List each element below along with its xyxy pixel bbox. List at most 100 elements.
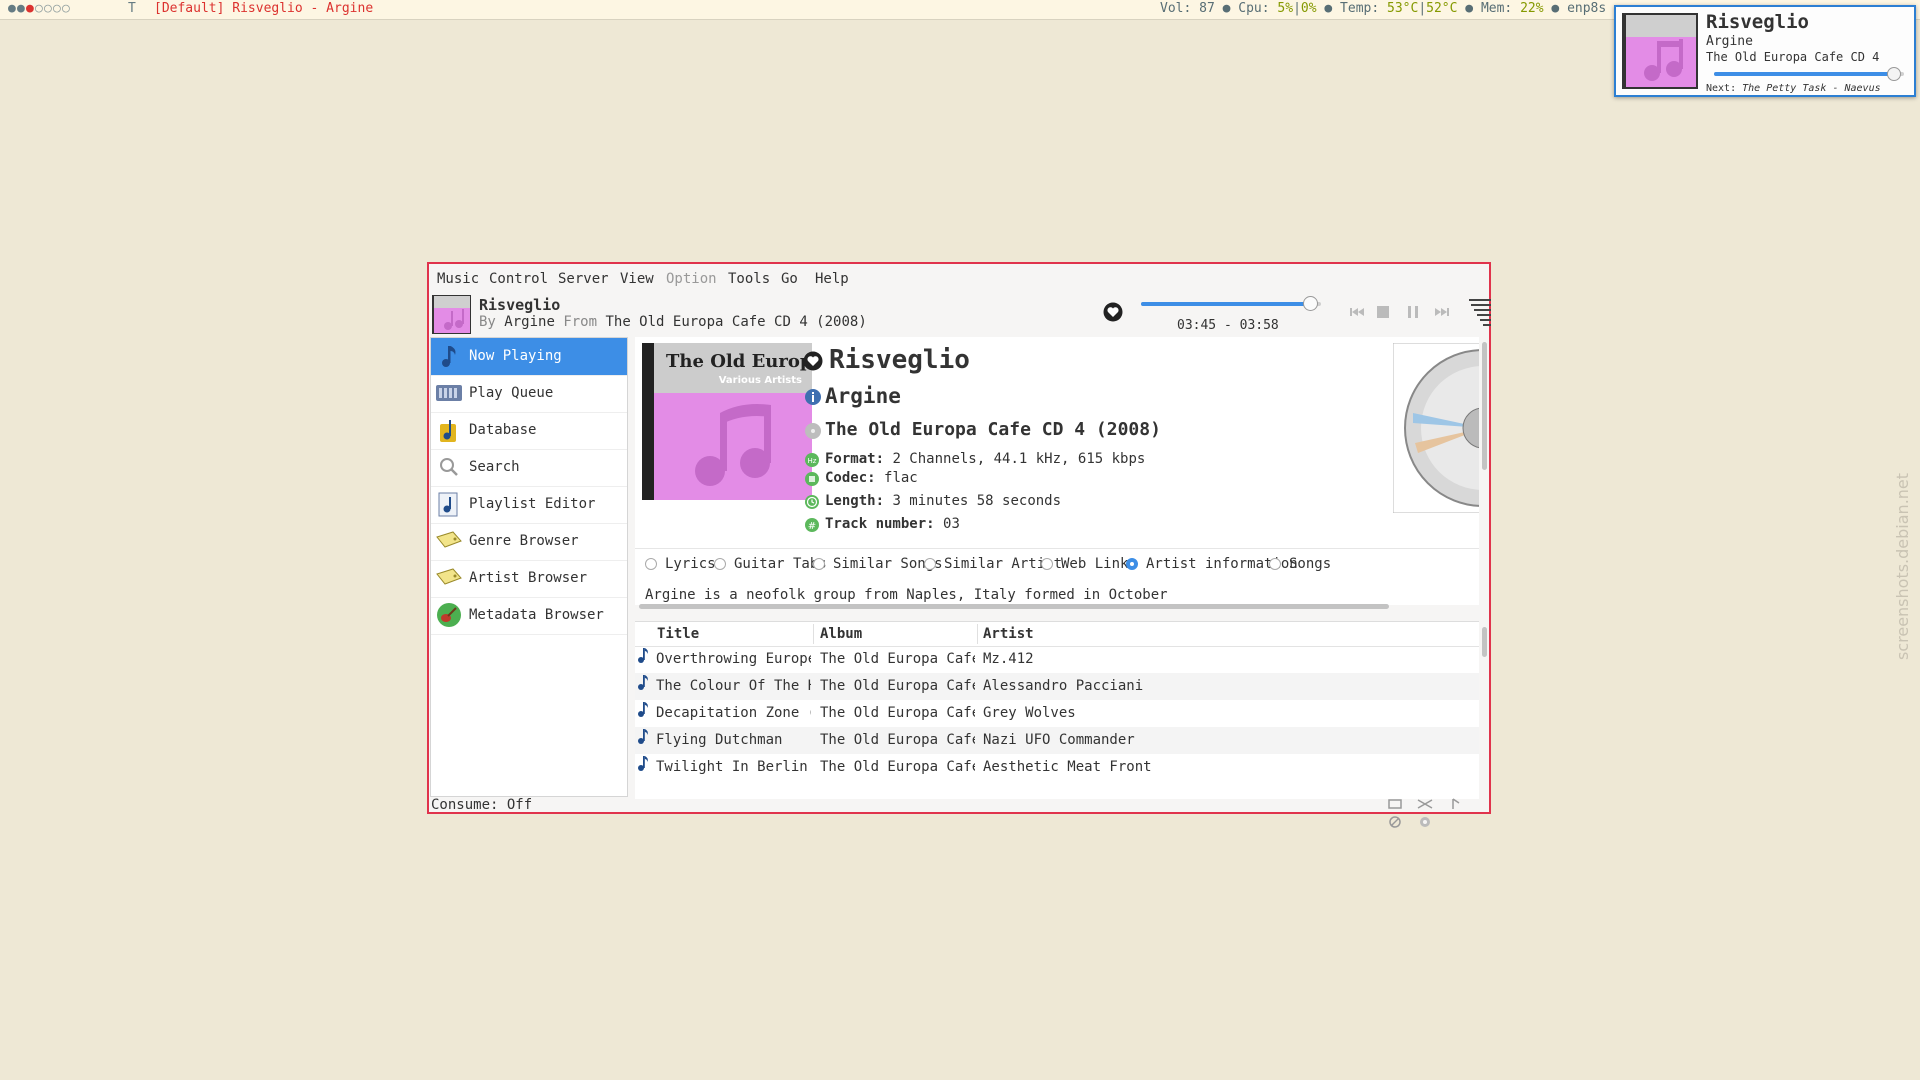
sidebar-item-playlist-editor[interactable]: Playlist Editor <box>431 486 627 524</box>
single-icon[interactable] <box>1445 797 1467 811</box>
menu-help[interactable]: Help <box>815 271 849 287</box>
radio-icon <box>714 558 726 570</box>
workspace-3[interactable]: ● <box>26 0 35 18</box>
repeat-icon[interactable] <box>1384 797 1406 811</box>
now-playing-thumbnail[interactable] <box>432 295 471 334</box>
sidebar-item-now-playing[interactable]: Now Playing <box>431 338 627 376</box>
radio-icon <box>924 558 936 570</box>
notification-next: Next: The Petty Task - Naevus <box>1706 83 1881 94</box>
format-row: Format: 2 Channels, 44.1 kHz, 615 kbps <box>825 451 1145 467</box>
column-title[interactable]: Title <box>657 626 699 642</box>
menu-view[interactable]: View <box>620 271 654 287</box>
database-icon <box>440 420 456 442</box>
shuffle-icon[interactable] <box>1414 797 1436 811</box>
track-progress-slider[interactable] <box>1141 296 1321 311</box>
track-list-scrollbar[interactable] <box>1482 627 1487 657</box>
heart-icon[interactable] <box>1103 302 1123 322</box>
column-artist[interactable]: Artist <box>983 626 1034 642</box>
net-interface: enp8s <box>1567 1 1607 16</box>
tab-songs[interactable]: Songs <box>1269 556 1331 572</box>
from-label: From <box>563 314 598 330</box>
workspace-1[interactable]: ● <box>8 0 17 18</box>
tab-guitar-tabs[interactable]: Guitar Tabs <box>714 556 827 572</box>
codec-icon <box>805 472 819 486</box>
menu-music[interactable]: Music <box>437 271 479 287</box>
table-row[interactable]: Decapitation Zone (Eur… The Old Europa C… <box>635 700 1479 727</box>
notification-album-art <box>1622 13 1698 89</box>
workspace-2[interactable]: ● <box>17 0 26 18</box>
menu-go[interactable]: Go <box>781 271 798 287</box>
sidebar-item-metadata-browser[interactable]: Metadata Browser <box>431 597 627 635</box>
length-row: Length: 3 minutes 58 seconds <box>825 493 1061 509</box>
table-row[interactable]: Twilight In Berlin The Old Europa Cafe C… <box>635 754 1479 781</box>
table-row[interactable]: Flying Dutchman The Old Europa Cafe CD… … <box>635 727 1479 754</box>
format-value: 2 Channels, 44.1 kHz, 615 kbps <box>892 451 1146 467</box>
codec-label: Codec: <box>825 470 876 486</box>
radio-icon <box>1041 558 1053 570</box>
workspace-4[interactable]: ○ <box>35 0 44 18</box>
track-list-header: Title Album Artist <box>635 622 1479 647</box>
radio-selected-icon <box>1126 558 1138 570</box>
details-vertical-scrollbar[interactable] <box>1482 342 1487 470</box>
menu-server[interactable]: Server <box>558 271 609 287</box>
heart-icon[interactable] <box>803 351 823 371</box>
tab-lyrics[interactable]: Lyrics <box>645 556 716 572</box>
workspace-7[interactable]: ○ <box>62 0 71 18</box>
track-progress-fill <box>1141 302 1311 306</box>
track-list: Title Album Artist Overthrowing European… <box>635 621 1479 799</box>
guitar-icon <box>437 603 461 627</box>
gear-icon[interactable] <box>1414 815 1436 829</box>
sidebar-item-label: Playlist Editor <box>469 496 596 512</box>
next-label: Next: <box>1706 83 1737 94</box>
details-horizontal-scrollbar[interactable] <box>639 604 1389 609</box>
track-progress-handle[interactable] <box>1303 296 1319 311</box>
music-note-icon <box>638 756 648 771</box>
sidebar-item-artist-browser[interactable]: Artist Browser <box>431 560 627 598</box>
next-icon[interactable] <box>1432 302 1452 322</box>
cover-title: The Old Europ <box>666 351 812 372</box>
tab-web-links[interactable]: Web Links <box>1041 556 1137 572</box>
sidebar-item-genre-browser[interactable]: Genre Browser <box>431 523 627 561</box>
mem-value: 22% <box>1520 1 1544 16</box>
info-tabs: Lyrics Guitar Tabs Similar Songs Similar… <box>635 548 1479 577</box>
now-playing-subtitle: By Argine From The Old Europa Cafe CD 4 … <box>479 314 867 330</box>
menu-bar: Music Control Server View Option Tools G… <box>429 264 1489 292</box>
menu-icon[interactable] <box>1469 297 1491 329</box>
now-playing-bar: Risveglio By Argine From The Old Europa … <box>429 292 1491 338</box>
temp-value-2: 52°C <box>1426 1 1458 16</box>
cover-subtitle: Various Artists <box>719 375 802 386</box>
sidebar-item-play-queue[interactable]: Play Queue <box>431 375 627 413</box>
workspace-6[interactable]: ○ <box>53 0 62 18</box>
svg-text:#: # <box>808 521 816 532</box>
playlist-icon <box>438 492 458 517</box>
notification-progress-knob <box>1886 67 1901 81</box>
length-value: 3 minutes 58 seconds <box>892 493 1062 509</box>
svg-text:Hz: Hz <box>808 457 817 465</box>
cantata-window: Music Control Server View Option Tools G… <box>427 262 1491 828</box>
workspace-indicators: ●●●○○○○ <box>8 0 71 18</box>
menu-tools[interactable]: Tools <box>728 271 770 287</box>
sidebar-item-label: Genre Browser <box>469 533 579 549</box>
sidebar-item-label: Metadata Browser <box>469 607 604 623</box>
table-row[interactable]: The Colour Of The Huma… The Old Europa C… <box>635 673 1479 700</box>
notification-artist: Argine <box>1706 34 1753 49</box>
focused-window-title: [Default] Risveglio - Argine <box>154 1 374 16</box>
vol-label: Vol: <box>1160 1 1192 16</box>
sidebar-item-database[interactable]: Database <box>431 412 627 450</box>
workspace-5[interactable]: ○ <box>44 0 53 18</box>
pause-icon[interactable] <box>1403 302 1423 322</box>
column-album[interactable]: Album <box>820 626 862 642</box>
next-track: The Petty Task - Naevus <box>1742 83 1881 94</box>
sidebar-item-search[interactable]: Search <box>431 449 627 487</box>
status-icons <box>1384 797 1489 833</box>
previous-icon[interactable] <box>1347 302 1367 322</box>
notification-album: The Old Europa Cafe CD 4 <box>1706 50 1880 64</box>
consume-status: Consume: Off <box>431 797 533 813</box>
menu-control[interactable]: Control <box>489 271 548 287</box>
music-note-icon <box>638 675 648 690</box>
consume-icon[interactable] <box>1384 815 1406 829</box>
menu-option[interactable]: Option <box>666 271 717 287</box>
now-playing-notification[interactable]: Risveglio Argine The Old Europa Cafe CD … <box>1614 5 1916 97</box>
stop-icon[interactable] <box>1373 302 1393 322</box>
table-row[interactable]: Overthrowing European … The Old Europa C… <box>635 646 1479 673</box>
